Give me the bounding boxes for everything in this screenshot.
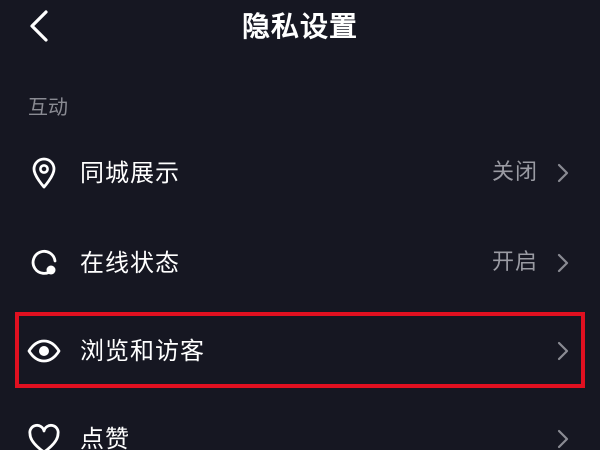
page-title: 隐私设置 bbox=[241, 10, 358, 43]
section-label-interaction: 互动 bbox=[28, 95, 68, 119]
chevron-right-icon bbox=[556, 252, 570, 274]
chevron-right-icon bbox=[556, 428, 570, 450]
setting-value: 关闭 bbox=[491, 160, 538, 185]
eye-icon bbox=[26, 333, 62, 369]
setting-row-local-display[interactable]: 同城展示 关闭 bbox=[0, 142, 600, 206]
setting-label: 浏览和访客 bbox=[80, 337, 205, 365]
setting-row-online-status[interactable]: 在线状态 开启 bbox=[0, 232, 600, 296]
chevron-right-icon bbox=[556, 340, 570, 362]
setting-label: 同城展示 bbox=[80, 159, 180, 187]
online-status-icon bbox=[26, 245, 62, 281]
setting-value: 开启 bbox=[491, 250, 538, 275]
chevron-right-icon bbox=[556, 162, 570, 184]
heart-icon bbox=[26, 421, 62, 450]
location-pin-icon bbox=[26, 155, 62, 191]
setting-label: 点赞 bbox=[80, 425, 130, 450]
setting-row-likes[interactable]: 点赞 bbox=[0, 408, 600, 450]
setting-row-views-and-visitors[interactable]: 浏览和访客 bbox=[0, 320, 600, 384]
setting-label: 在线状态 bbox=[80, 249, 180, 277]
header-bar: 隐私设置 bbox=[0, 0, 600, 56]
